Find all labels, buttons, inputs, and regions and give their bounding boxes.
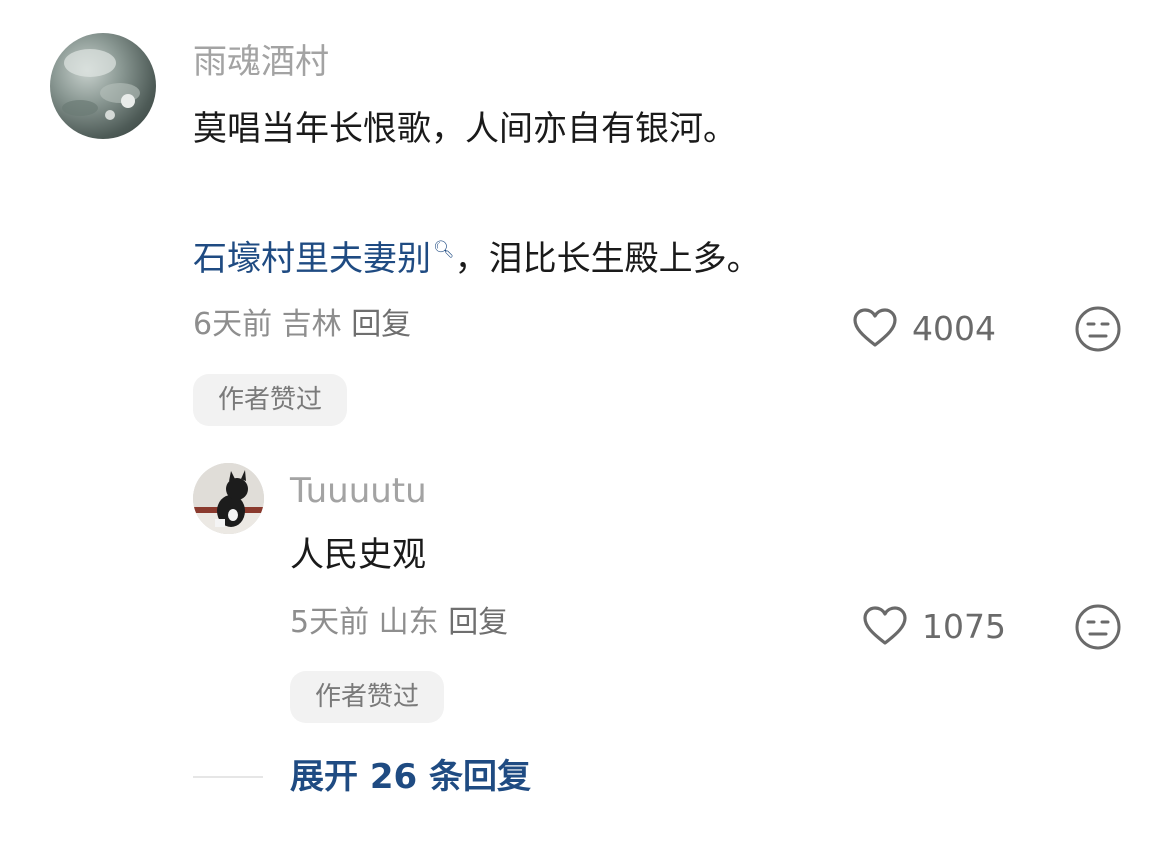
avatar[interactable] [50, 33, 156, 139]
search-link[interactable]: 石壕村里夫妻别 🔍︎ [193, 239, 455, 279]
author-liked-badge: 作者赞过 [193, 374, 347, 426]
search-icon: 🔍︎ [433, 240, 455, 260]
divider [193, 776, 263, 778]
avatar-image [193, 463, 264, 534]
comment-location: 吉林 [281, 307, 342, 342]
reply-reply-button[interactable]: 回复 [448, 605, 508, 640]
reply-location: 山东 [378, 605, 439, 640]
neutral-face-icon [1075, 306, 1121, 352]
reply-dislike-button[interactable] [1074, 603, 1122, 655]
comment-content-rest: ，泪比长生殿上多。 [454, 239, 761, 279]
neutral-face-icon [1075, 604, 1121, 650]
reply-like-button[interactable]: 1075 [862, 604, 1006, 648]
reply-like-count: 1075 [922, 606, 1006, 646]
reply-username[interactable]: Tuuuutu [290, 474, 427, 508]
expand-replies-button[interactable]: 展开 26 条回复 [290, 760, 531, 794]
heart-outline-icon [853, 308, 897, 347]
reply-content: 人民史观 [290, 535, 426, 575]
reply-meta: 5天前 山东 回复 [290, 608, 508, 638]
like-count: 4004 [912, 308, 996, 348]
reply-avatar[interactable] [193, 463, 264, 534]
comment-time: 6天前 [193, 307, 273, 342]
like-button[interactable]: 4004 [852, 306, 996, 350]
reply-time: 5天前 [290, 605, 370, 640]
comment-content-line1: 莫唱当年长恨歌，人间亦自有银河。 [193, 109, 737, 149]
reply-button[interactable]: 回复 [351, 307, 411, 342]
comment-meta: 6天前 吉林 回复 [193, 310, 411, 340]
reply-author-liked-badge: 作者赞过 [290, 671, 444, 723]
comment-content-line2: 石壕村里夫妻别 🔍︎，泪比长生殿上多。 [193, 239, 761, 279]
dislike-button[interactable] [1074, 305, 1122, 357]
comment-username[interactable]: 雨魂酒村 [193, 45, 329, 79]
avatar-image [62, 49, 140, 120]
heart-outline-icon [863, 606, 907, 645]
